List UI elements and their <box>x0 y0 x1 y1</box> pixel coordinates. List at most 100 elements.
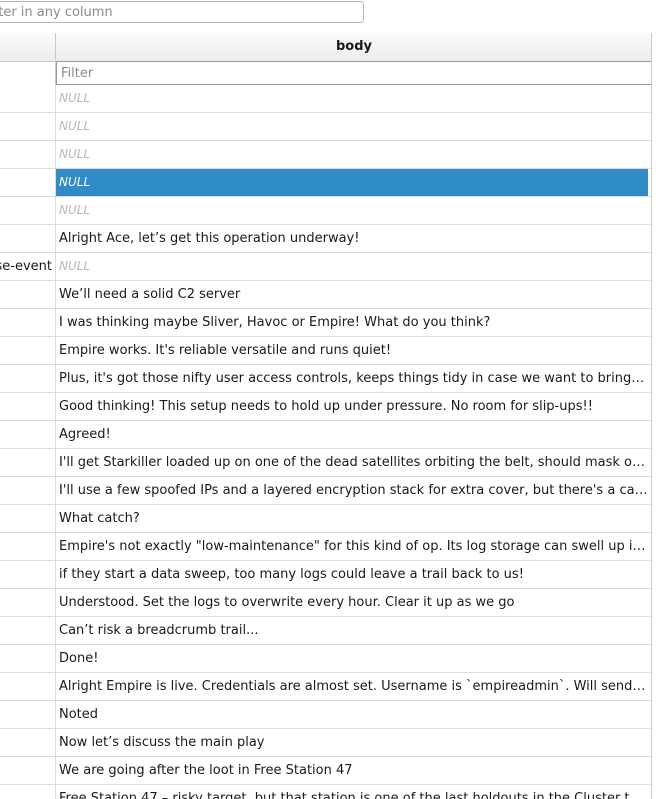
cell-previous-column[interactable]: se-event <box>0 253 56 280</box>
table-row[interactable]: I'll use a few spoofed IPs and a layered… <box>0 477 656 505</box>
cell-previous-text <box>0 483 3 498</box>
cell-previous-text <box>0 455 3 470</box>
table-row[interactable]: if they start a data sweep, too many log… <box>0 561 656 589</box>
cell-previous-column[interactable] <box>0 561 56 588</box>
cell-body[interactable]: Alright Empire is live. Credentials are … <box>56 673 648 700</box>
cell-body[interactable]: Can’t risk a breadcrumb trail... <box>56 617 648 644</box>
table-row[interactable]: Done! <box>0 645 656 673</box>
global-filter-placeholder: ilter in any column <box>0 5 113 20</box>
cell-previous-column[interactable] <box>0 729 56 756</box>
cell-previous-column[interactable] <box>0 505 56 532</box>
cell-previous-text <box>0 539 3 554</box>
column-header-previous[interactable] <box>0 33 56 61</box>
cell-previous-column[interactable] <box>0 141 56 168</box>
table-row[interactable]: We’ll need a solid C2 server <box>0 281 656 309</box>
table-row[interactable]: Noted <box>0 701 656 729</box>
cell-body[interactable]: Understood. Set the logs to overwrite ev… <box>56 589 648 616</box>
table-row[interactable]: NULL <box>0 141 656 169</box>
table-row[interactable]: Empire's not exactly "low-maintenance" f… <box>0 533 656 561</box>
cell-previous-column[interactable] <box>0 337 56 364</box>
column-header-body[interactable]: body <box>56 33 652 61</box>
filter-row: Filter <box>0 61 656 85</box>
cell-previous-column[interactable] <box>0 197 56 224</box>
cell-previous-text <box>0 427 3 442</box>
cell-body-null[interactable]: NULL <box>56 141 648 168</box>
cell-body[interactable]: I was thinking maybe Sliver, Havoc or Em… <box>56 309 648 336</box>
cell-body[interactable]: Agreed! <box>56 421 648 448</box>
cell-body[interactable]: Done! <box>56 645 648 672</box>
cell-previous-column[interactable] <box>0 309 56 336</box>
table-row[interactable]: se-event NULL <box>0 253 656 281</box>
cell-body[interactable]: Plus, it's got those nifty user access c… <box>56 365 648 392</box>
table-row[interactable]: Free Station 47 – risky target, but that… <box>0 785 656 799</box>
cell-previous-text <box>0 175 3 190</box>
cell-previous-column[interactable] <box>0 645 56 672</box>
global-filter-input[interactable]: ilter in any column <box>0 1 364 23</box>
table-row[interactable]: Now let’s discuss the main play <box>0 729 656 757</box>
table-row[interactable]: Plus, it's got those nifty user access c… <box>0 365 656 393</box>
table-row[interactable]: Alright Empire is live. Credentials are … <box>0 673 656 701</box>
table-row[interactable]: NULL <box>0 113 656 141</box>
cell-previous-column[interactable] <box>0 365 56 392</box>
table-row[interactable]: What catch? <box>0 505 656 533</box>
cell-previous-column[interactable] <box>0 113 56 140</box>
cell-previous-text: se-event <box>0 259 52 274</box>
cell-previous-column[interactable] <box>0 757 56 784</box>
table-row[interactable]: Alright Ace, let’s get this operation un… <box>0 225 656 253</box>
cell-body[interactable]: Now let’s discuss the main play <box>56 729 648 756</box>
cell-body[interactable]: We are going after the loot in Free Stat… <box>56 757 648 784</box>
cell-body[interactable]: Empire works. It's reliable versatile an… <box>56 337 648 364</box>
cell-body[interactable]: Free Station 47 – risky target, but that… <box>56 785 648 799</box>
table-row[interactable]: Agreed! <box>0 421 656 449</box>
table-row[interactable]: Can’t risk a breadcrumb trail... <box>0 617 656 645</box>
cell-body-null[interactable]: NULL <box>56 113 648 140</box>
cell-previous-column[interactable] <box>0 701 56 728</box>
column-filter-previous[interactable] <box>0 61 56 85</box>
cell-body[interactable]: I'll use a few spoofed IPs and a layered… <box>56 477 648 504</box>
cell-previous-text <box>0 763 3 778</box>
cell-previous-column[interactable] <box>0 617 56 644</box>
table-row[interactable]: I was thinking maybe Sliver, Havoc or Em… <box>0 309 656 337</box>
cell-previous-column[interactable] <box>0 421 56 448</box>
cell-previous-column[interactable] <box>0 785 56 799</box>
table-row[interactable]: NULL <box>0 169 656 197</box>
data-grid: body Filter NULL NULL NULL NULL NULL Alright … <box>0 33 656 799</box>
toolbar: ilter in any column <box>0 0 656 34</box>
cell-previous-column[interactable] <box>0 169 56 196</box>
table-row[interactable]: I'll get Starkiller loaded up on one of … <box>0 449 656 477</box>
table-row[interactable]: Understood. Set the logs to overwrite ev… <box>0 589 656 617</box>
cell-previous-text <box>0 679 3 694</box>
cell-body[interactable]: We’ll need a solid C2 server <box>56 281 648 308</box>
cell-body-null[interactable]: NULL <box>56 197 648 224</box>
cell-previous-text <box>0 119 3 134</box>
cell-body-null[interactable]: NULL <box>56 85 648 112</box>
body-filter-input[interactable]: Filter <box>56 61 652 85</box>
cell-body[interactable]: Alright Ace, let’s get this operation un… <box>56 225 648 252</box>
cell-previous-column[interactable] <box>0 393 56 420</box>
cell-body-null[interactable]: NULL <box>56 253 648 280</box>
cell-previous-column[interactable] <box>0 225 56 252</box>
cell-body-null[interactable]: NULL <box>56 169 648 196</box>
cell-previous-column[interactable] <box>0 449 56 476</box>
table-row[interactable]: Good thinking! This setup needs to hold … <box>0 393 656 421</box>
cell-previous-column[interactable] <box>0 673 56 700</box>
cell-previous-text <box>0 623 3 638</box>
cell-previous-column[interactable] <box>0 477 56 504</box>
cell-previous-text <box>0 511 3 526</box>
table-row[interactable]: We are going after the loot in Free Stat… <box>0 757 656 785</box>
cell-body[interactable]: I'll get Starkiller loaded up on one of … <box>56 449 648 476</box>
cell-previous-column[interactable] <box>0 533 56 560</box>
cell-body[interactable]: What catch? <box>56 505 648 532</box>
table-row[interactable]: Empire works. It's reliable versatile an… <box>0 337 656 365</box>
cell-body[interactable]: if they start a data sweep, too many log… <box>56 561 648 588</box>
table-row[interactable]: NULL <box>0 85 656 113</box>
cell-previous-column[interactable] <box>0 85 56 112</box>
cell-body[interactable]: Good thinking! This setup needs to hold … <box>56 393 648 420</box>
table-row[interactable]: NULL <box>0 197 656 225</box>
table-rows: NULL NULL NULL NULL NULL Alright Ace, let’s g… <box>0 85 656 799</box>
cell-previous-text <box>0 651 3 666</box>
cell-previous-column[interactable] <box>0 589 56 616</box>
cell-body[interactable]: Empire's not exactly "low-maintenance" f… <box>56 533 648 560</box>
cell-body[interactable]: Noted <box>56 701 648 728</box>
cell-previous-column[interactable] <box>0 281 56 308</box>
